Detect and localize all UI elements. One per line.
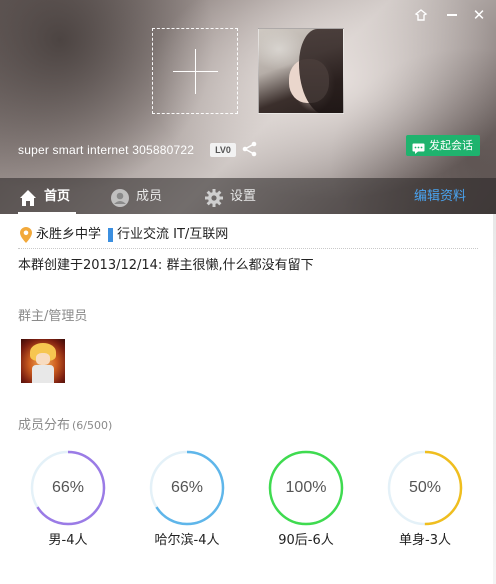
group-photo[interactable] (258, 28, 344, 114)
status-percent: 50% (408, 479, 442, 496)
tab-home-label: 首页 (44, 189, 71, 204)
user-icon (110, 186, 130, 207)
group-header: ✕ super smart internet 305880722 LV0 发起会… (0, 0, 496, 214)
admins-title: 群主/管理员 (18, 309, 88, 324)
location-text: 永胜乡中学 (36, 227, 102, 242)
industry-tag-icon (108, 228, 113, 242)
add-avatar-button[interactable] (152, 28, 238, 114)
distribution-gender[interactable]: 66% 男-4人 (30, 450, 106, 548)
tab-settings-label: 设置 (230, 189, 257, 204)
distribution-title: 成员分布 (6/500) (18, 417, 112, 435)
group-description: 本群创建于2013/12/14: 群主很懒,什么都没有留下 (18, 258, 314, 273)
start-chat-label: 发起会话 (429, 139, 473, 152)
active-tab-indicator (18, 212, 76, 214)
level-badge: LV0 (210, 143, 236, 157)
age-label: 90后-6人 (278, 533, 334, 548)
tab-members[interactable]: 成员 (110, 178, 162, 214)
tab-settings[interactable]: 设置 (204, 178, 256, 214)
tab-members-label: 成员 (136, 189, 163, 204)
skin-icon[interactable] (412, 6, 430, 24)
gear-icon (204, 186, 224, 207)
location-pin-icon (20, 227, 32, 243)
industry-text: 行业交流 IT/互联网 (117, 227, 229, 242)
edit-profile-link[interactable]: 编辑资料 (414, 178, 466, 214)
distribution-title-text: 成员分布 (18, 418, 71, 433)
distribution-age[interactable]: 100% 90后-6人 (268, 450, 344, 548)
group-name: super smart internet 305880722 (18, 143, 195, 157)
close-icon[interactable]: ✕ (470, 6, 488, 24)
chat-icon (412, 140, 425, 154)
minimize-icon[interactable] (443, 6, 461, 24)
status-label: 单身-3人 (399, 533, 451, 548)
age-percent: 100% (285, 479, 327, 496)
city-percent: 66% (170, 479, 204, 496)
nav-bar: 首页 成员 设置 编辑资料 (0, 178, 496, 214)
divider (18, 248, 478, 249)
home-icon (18, 186, 38, 206)
city-label: 哈尔滨-4人 (154, 533, 220, 548)
distribution-city[interactable]: 66% 哈尔滨-4人 (149, 450, 225, 548)
start-chat-button[interactable]: 发起会话 (406, 135, 480, 156)
gender-label: 男-4人 (48, 533, 88, 548)
gender-percent: 66% (51, 479, 85, 496)
tab-home[interactable]: 首页 (18, 178, 70, 214)
share-icon[interactable] (241, 140, 259, 158)
distribution-status[interactable]: 50% 单身-3人 (387, 450, 463, 548)
member-count: (6/500) (72, 419, 113, 432)
admin-avatar[interactable] (21, 339, 65, 383)
